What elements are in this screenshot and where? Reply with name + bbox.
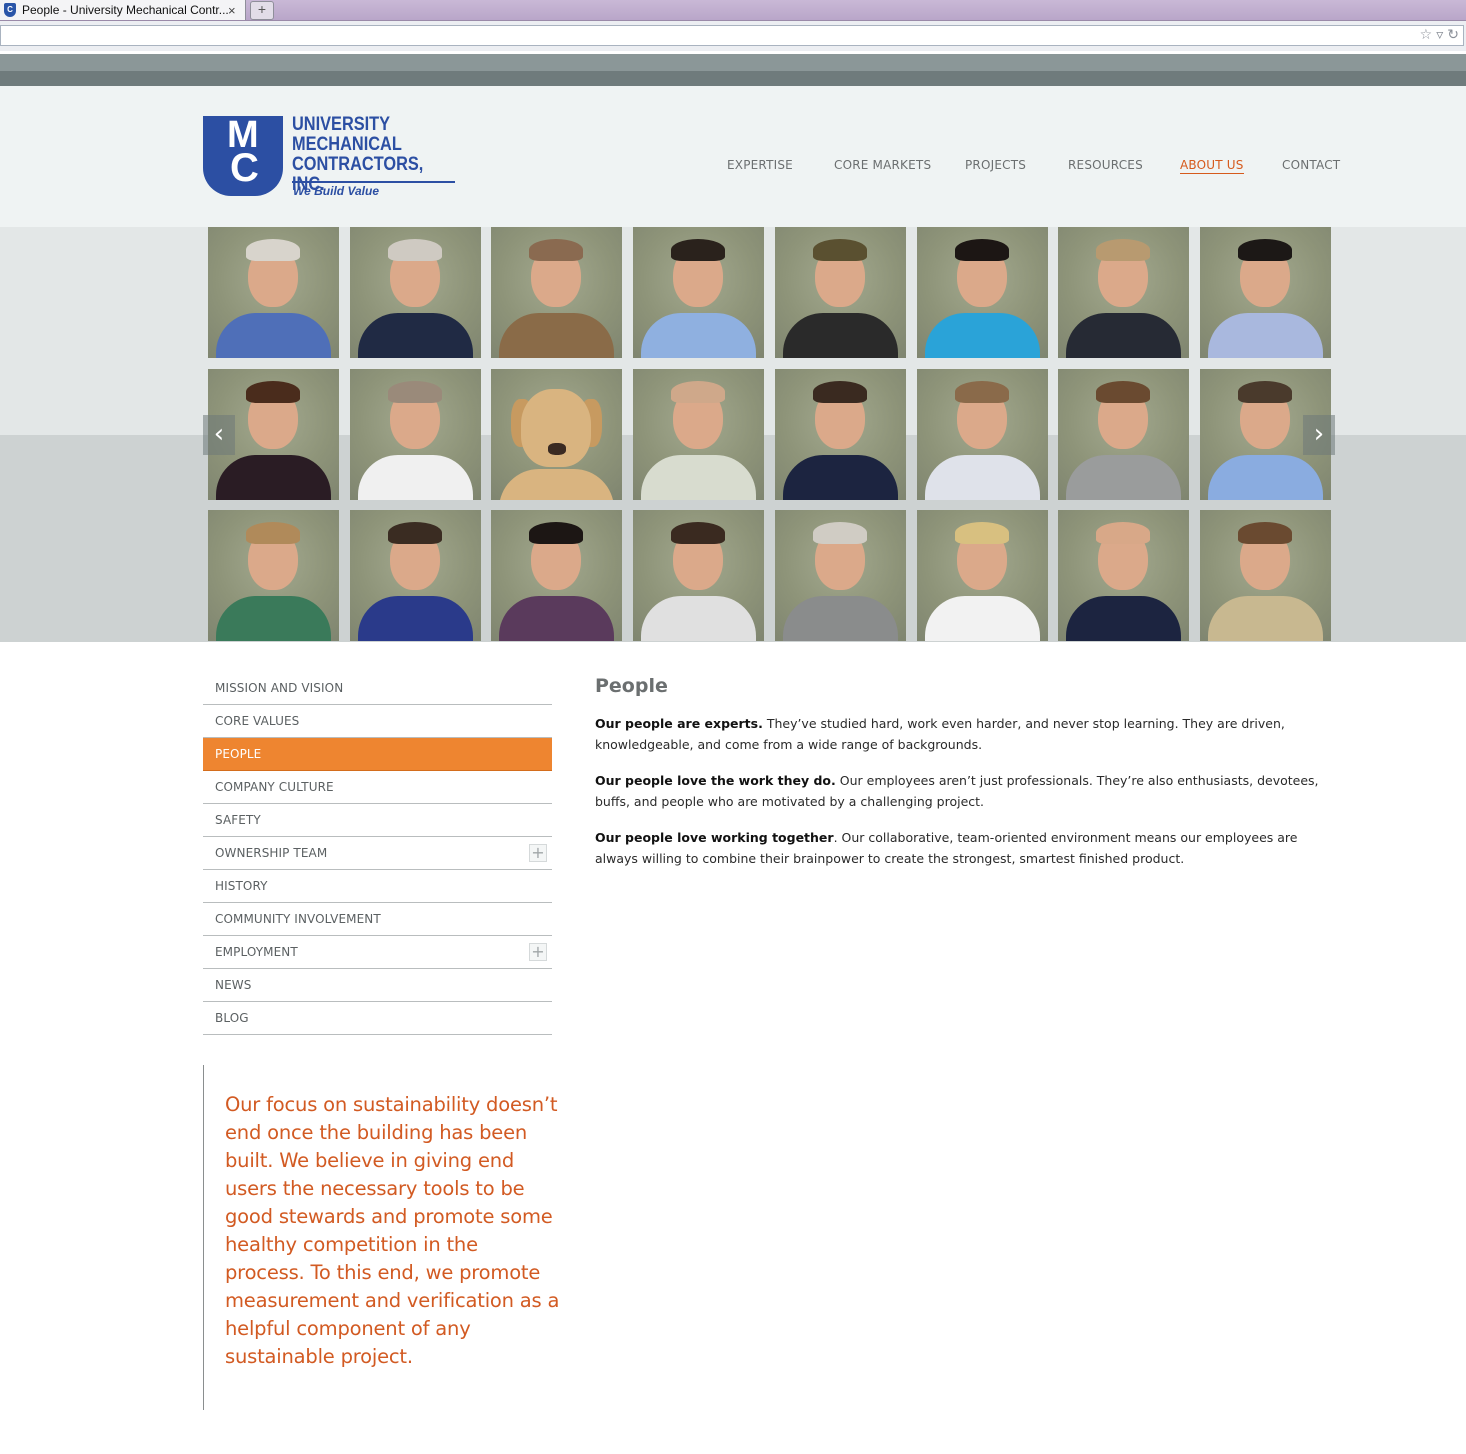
subnav-item-label: PEOPLE (215, 747, 262, 761)
browser-tab[interactable]: C People - University Mechanical Contr..… (0, 0, 246, 20)
employee-photo[interactable] (633, 227, 765, 358)
nav-core-markets[interactable]: CORE MARKETS (834, 158, 931, 172)
main-content: People Our people are experts. They’ve s… (595, 675, 1335, 884)
subnav-item-community-involvement[interactable]: COMMUNITY INVOLVEMENT (203, 903, 552, 936)
employee-photo[interactable] (1199, 510, 1331, 641)
subnav-item-history[interactable]: HISTORY (203, 870, 552, 903)
about-us-subnav: MISSION AND VISION CORE VALUES PEOPLE COMPA… (203, 672, 552, 1035)
subnav-item-label: SAFETY (215, 813, 261, 827)
employee-photo[interactable] (208, 510, 339, 641)
paragraph-lead: Our people are experts. (595, 716, 763, 731)
nav-about-us[interactable]: ABOUT US (1180, 158, 1244, 174)
subnav-item-label: EMPLOYMENT (215, 945, 298, 959)
site-favicon-icon: C (4, 3, 16, 17)
subnav-item-blog[interactable]: BLOG (203, 1002, 552, 1035)
expand-plus-icon[interactable]: + (529, 943, 547, 961)
content-paragraph: Our people love working together. Our co… (595, 827, 1335, 869)
content-paragraph: Our people are experts. They’ve studied … (595, 713, 1335, 755)
expand-plus-icon[interactable]: + (529, 844, 547, 862)
subnav-item-core-values[interactable]: CORE VALUES (203, 705, 552, 738)
paragraph-lead: Our people love the work they do. (595, 773, 836, 788)
content-paragraphs: Our people are experts. They’ve studied … (595, 713, 1335, 869)
star-icon[interactable]: ☆ (1420, 27, 1433, 43)
employee-photo[interactable] (916, 510, 1048, 641)
employee-photo[interactable] (208, 227, 339, 358)
subnav-item-label: COMMUNITY INVOLVEMENT (215, 912, 381, 926)
quote-text: Our focus on sustainability doesn’t end … (225, 1093, 560, 1368)
employee-photo[interactable] (1199, 227, 1331, 358)
page-title: People (595, 675, 668, 697)
content-paragraph: Our people love the work they do. Our em… (595, 770, 1335, 812)
employee-photo[interactable] (916, 227, 1048, 358)
logo-line-1: UNIVERSITY (292, 114, 391, 135)
gallery-prev-button[interactable]: ‹ (203, 415, 235, 455)
subnav-item-employment[interactable]: EMPLOYMENT + (203, 936, 552, 969)
employee-photo[interactable] (349, 510, 481, 641)
employee-photo[interactable] (1058, 227, 1190, 358)
top-band (0, 54, 1466, 71)
logo-tagline: We Build Value (293, 184, 380, 198)
close-tab-icon[interactable]: × (228, 3, 236, 18)
nav-contact[interactable]: CONTACT (1282, 158, 1340, 172)
employee-photo[interactable] (774, 368, 906, 500)
nav-expertise[interactable]: EXPERTISE (727, 158, 793, 172)
employee-photo[interactable] (349, 227, 481, 358)
subnav-item-ownership-team[interactable]: OWNERSHIP TEAM + (203, 837, 552, 870)
employee-photo[interactable] (633, 510, 765, 641)
subnav-item-label: COMPANY CULTURE (215, 780, 334, 794)
main-navigation: EXPERTISE CORE MARKETS PROJECTS RESOURCES AB… (0, 158, 1466, 178)
subnav-item-label: MISSION AND VISION (215, 681, 344, 695)
employee-photo[interactable] (774, 510, 906, 641)
address-bar-icons: ☆ ▿ ↻ (1416, 27, 1459, 43)
employee-photo[interactable] (1058, 368, 1190, 500)
subnav-item-label: NEWS (215, 978, 252, 992)
employee-photo[interactable] (1058, 510, 1190, 641)
employee-photo[interactable] (633, 368, 765, 500)
dropdown-icon[interactable]: ▿ (1436, 27, 1443, 43)
sustainability-quote: Our focus on sustainability doesn’t end … (203, 1065, 563, 1410)
logo-wordmark: UNIVERSITY MECHANICAL CONTRACTORS, INC. (292, 115, 439, 195)
address-bar-row: ☆ ▿ ↻ (0, 21, 1466, 51)
employee-photo[interactable] (491, 227, 623, 358)
top-band-dark (0, 71, 1466, 86)
employee-photo-grid (208, 227, 1332, 642)
browser-tab-strip: C People - University Mechanical Contr..… (0, 0, 1466, 21)
subnav-item-label: CORE VALUES (215, 714, 300, 728)
new-tab-button[interactable]: + (250, 1, 274, 20)
logo-divider (292, 181, 455, 183)
paragraph-lead: Our people love working together (595, 830, 834, 845)
subnav-item-label: OWNERSHIP TEAM (215, 846, 328, 860)
reload-icon[interactable]: ↻ (1447, 27, 1459, 43)
dog-photo[interactable] (491, 368, 623, 500)
employee-photo[interactable] (774, 227, 906, 358)
subnav-item-safety[interactable]: SAFETY (203, 804, 552, 837)
subnav-item-company-culture[interactable]: COMPANY CULTURE (203, 771, 552, 804)
employee-photo[interactable] (349, 368, 481, 500)
nav-projects[interactable]: PROJECTS (965, 158, 1026, 172)
address-bar[interactable]: ☆ ▿ ↻ (0, 25, 1464, 46)
gallery-next-button[interactable]: › (1303, 415, 1335, 455)
logo-shield-icon: M C (203, 114, 283, 196)
nav-resources[interactable]: RESOURCES (1068, 158, 1143, 172)
employee-photo[interactable] (916, 368, 1048, 500)
subnav-item-people[interactable]: PEOPLE (203, 738, 552, 771)
subnav-item-label: HISTORY (215, 879, 268, 893)
subnav-item-mission-and-vision[interactable]: MISSION AND VISION (203, 672, 552, 705)
subnav-item-label: BLOG (215, 1011, 249, 1025)
employee-photo[interactable] (491, 510, 623, 641)
tab-title: People - University Mechanical Contr... (22, 3, 228, 17)
logo-line-2: MECHANICAL (292, 134, 402, 155)
subnav-item-news[interactable]: NEWS (203, 969, 552, 1002)
